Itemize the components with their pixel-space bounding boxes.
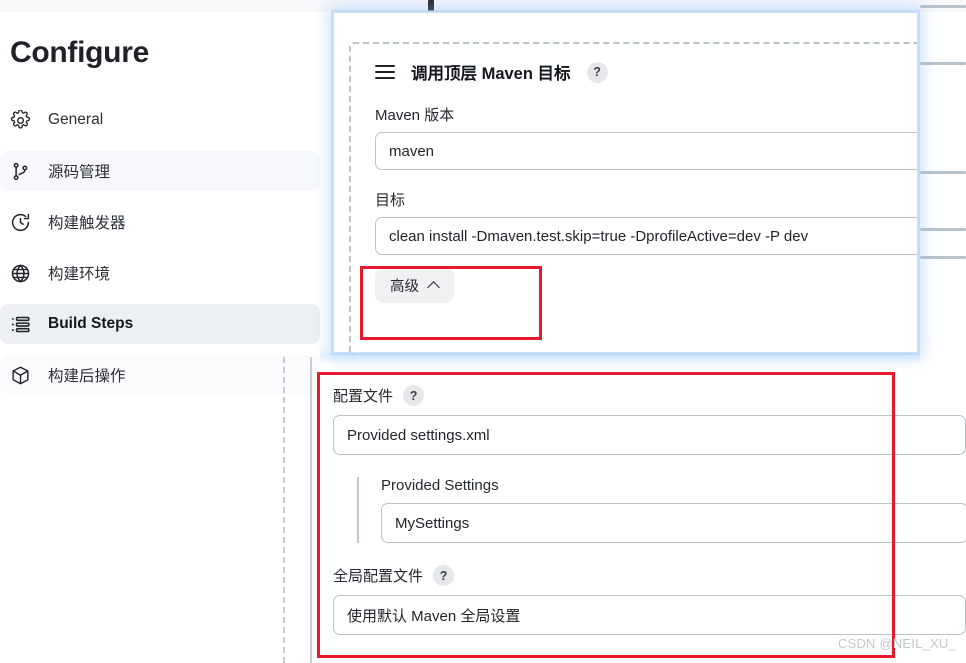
maven-goals-field: 目标 clean install -Dmaven.test.skip=true …	[375, 189, 917, 255]
global-config-file-label: 全局配置文件	[333, 568, 424, 585]
git-branch-icon	[8, 159, 32, 183]
sidebar-nav: General 源码管理 构建触发器 构建环境 Build Steps 构建后操…	[0, 100, 320, 406]
build-step-title: 调用顶层 Maven 目标	[411, 65, 571, 83]
sidebar-item-label: General	[48, 111, 104, 128]
settings-files-section: 配置文件 ? Provided settings.xml Provided Se…	[333, 385, 966, 635]
maven-version-label: Maven 版本	[375, 107, 455, 124]
sidebar-item-build-environment[interactable]: 构建环境	[0, 253, 320, 293]
global-config-file-field: 全局配置文件 ? 使用默认 Maven 全局设置	[333, 565, 966, 635]
chevron-up-icon	[428, 280, 439, 291]
sidebar-item-post-build-actions[interactable]: 构建后操作	[0, 355, 320, 395]
sidebar-item-build-steps[interactable]: Build Steps	[0, 304, 320, 344]
watermark: CSDN @NEIL_XU_	[838, 636, 956, 651]
sidebar-item-label: 源码管理	[48, 164, 111, 181]
app-root: Configure General 源码管理 构建触发器 构建环境 Build …	[0, 0, 966, 663]
build-step-header: 调用顶层 Maven 目标 ?	[375, 60, 901, 84]
build-step-dashed-container: 调用顶层 Maven 目标 ? Maven 版本 maven 目标 clean …	[349, 42, 917, 352]
sidebar-item-source-control[interactable]: 源码管理	[0, 151, 320, 191]
maven-build-step-panel: 调用顶层 Maven 目标 ? Maven 版本 maven 目标 clean …	[333, 12, 918, 353]
background-field-rule	[920, 62, 966, 65]
help-icon[interactable]: ?	[433, 565, 455, 586]
config-file-label-row: 配置文件 ?	[333, 385, 966, 406]
provided-settings-label: Provided Settings	[381, 477, 499, 494]
scrolled-top-strip	[0, 0, 966, 12]
clipped-top-glyph	[428, 0, 434, 11]
solid-guide-line	[310, 357, 312, 663]
hamburger-drag-icon[interactable]	[375, 65, 395, 79]
help-icon[interactable]: ?	[403, 385, 425, 406]
dashed-guide-line	[283, 357, 285, 663]
advanced-toggle-label: 高级	[390, 278, 419, 295]
maven-version-input[interactable]: maven	[375, 132, 917, 170]
package-icon	[8, 363, 32, 387]
configure-sidebar: Configure General 源码管理 构建触发器 构建环境 Build …	[0, 12, 320, 395]
maven-goals-input[interactable]: clean install -Dmaven.test.skip=true -Dp…	[375, 217, 917, 255]
list-icon	[8, 312, 32, 336]
gear-icon	[8, 108, 32, 132]
globe-icon	[8, 261, 32, 285]
global-config-file-select[interactable]: 使用默认 Maven 全局设置	[333, 595, 966, 635]
config-file-label: 配置文件	[333, 388, 394, 405]
help-icon[interactable]: ?	[586, 61, 608, 83]
provided-settings-select[interactable]: MySettings	[381, 503, 966, 543]
background-field-rule	[920, 256, 966, 259]
maven-version-field: Maven 版本 maven	[375, 104, 917, 170]
sidebar-item-label: 构建后操作	[48, 368, 126, 385]
global-config-file-label-row: 全局配置文件 ?	[333, 565, 966, 586]
page-title: Configure	[10, 36, 149, 69]
background-field-rule	[920, 228, 966, 231]
background-field-rule	[920, 171, 966, 174]
maven-goals-label: 目标	[375, 192, 406, 209]
background-field-rule	[920, 5, 966, 8]
advanced-toggle-button[interactable]: 高级	[375, 267, 454, 303]
sidebar-item-build-triggers[interactable]: 构建触发器	[0, 202, 320, 242]
config-file-field: 配置文件 ? Provided settings.xml	[333, 385, 966, 455]
provided-settings-group: Provided Settings MySettings	[357, 477, 966, 543]
sidebar-item-label: 构建触发器	[48, 215, 126, 232]
sidebar-item-label: 构建环境	[48, 266, 111, 283]
sidebar-item-general[interactable]: General	[0, 100, 320, 140]
sidebar-item-label: Build Steps	[48, 315, 134, 332]
clock-icon	[8, 210, 32, 234]
config-file-select[interactable]: Provided settings.xml	[333, 415, 966, 455]
